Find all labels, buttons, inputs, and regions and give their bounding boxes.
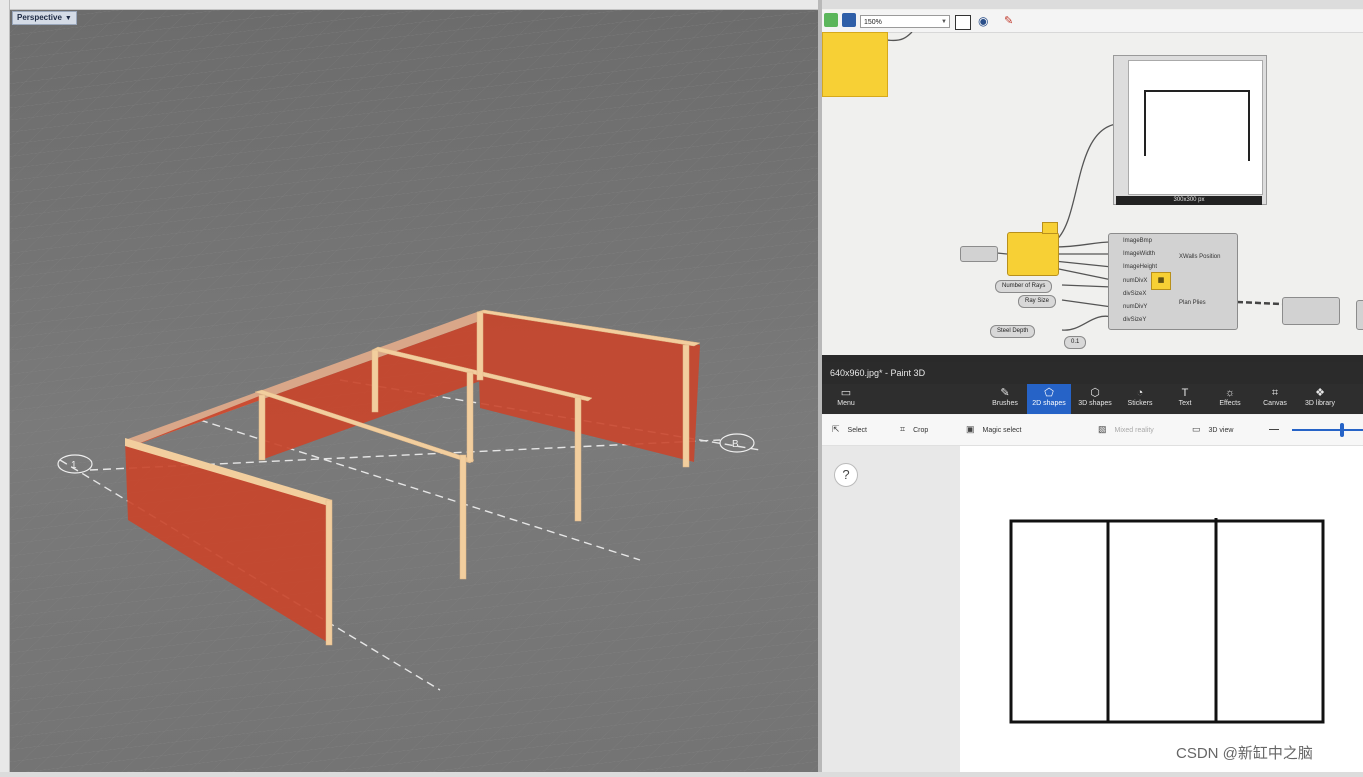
rhino-side-toolbar[interactable] xyxy=(0,0,10,772)
watermark-text: CSDN @新缸中之脑 xyxy=(1176,745,1313,762)
gh-yellow-panel[interactable] xyxy=(822,32,888,97)
tab-3d-shapes[interactable]: ⬡ 3D shapes xyxy=(1073,384,1117,414)
paint3d-ribbon: ▭ Menu ✎ Brushes ⬠ 2D shapes ⬡ 3D shapes ◔ St… xyxy=(822,384,1363,414)
magic-select-tool[interactable]: ▣ Magic select xyxy=(966,424,1021,435)
steel-depth-slider[interactable]: Steel Depth xyxy=(990,325,1036,338)
tab-label: 3D library xyxy=(1305,400,1335,407)
floor-plan-drawing xyxy=(1009,518,1325,724)
2d-shapes-icon: ⬠ xyxy=(1044,387,1054,399)
brush-icon[interactable]: ✎ xyxy=(1004,14,1013,27)
tab-3d-library[interactable]: ❖ 3D library xyxy=(1298,384,1342,414)
component-icon: ▦ xyxy=(1151,272,1171,290)
help-button[interactable]: ? xyxy=(834,463,858,487)
window-title: 640x960.jpg* - Paint 3D xyxy=(822,362,1363,384)
input-pin: ImageWidth xyxy=(1123,251,1156,257)
preview-drawing xyxy=(1144,90,1250,161)
tab-label: Brushes xyxy=(992,400,1018,407)
tool-label: Magic select xyxy=(982,427,1022,434)
save-icon[interactable] xyxy=(842,13,856,27)
tab-label: Effects xyxy=(1219,400,1241,407)
viewport-label: Perspective xyxy=(17,13,62,22)
eye-icon[interactable]: ◉ xyxy=(978,14,988,28)
crop-icon: ⌗ xyxy=(900,424,906,434)
value-slider[interactable]: 0.1 xyxy=(1064,336,1087,349)
viewport-label-tab[interactable]: Perspective ▼ xyxy=(12,11,77,25)
tab-canvas[interactable]: ⌗ Canvas xyxy=(1253,384,1297,414)
ray-size-slider[interactable]: Ray Size xyxy=(1018,295,1057,308)
tab-label: 2D shapes xyxy=(1032,400,1066,407)
tab-stickers[interactable]: ◔ Stickers xyxy=(1118,384,1162,414)
image-size-caption: 300x300 px xyxy=(1116,196,1262,205)
image-preview xyxy=(1128,60,1263,195)
gh-warning-badge xyxy=(1042,222,1058,234)
new-document-icon[interactable] xyxy=(824,13,838,27)
magic-select-icon: ▣ xyxy=(966,424,975,434)
zoom-slider-thumb[interactable] xyxy=(1340,423,1344,437)
brush-icon: ✎ xyxy=(1000,387,1010,399)
number-of-rays-slider[interactable]: Number of Rays xyxy=(995,280,1053,293)
3d-view-icon: ▭ xyxy=(1192,424,1201,434)
mixed-reality-tool: ▧ Mixed reality xyxy=(1098,424,1154,435)
sticker-icon: ◔ xyxy=(1136,387,1144,399)
tab-text[interactable]: T Text xyxy=(1163,384,1207,414)
tool-label: Crop xyxy=(913,427,929,434)
input-pin: divSizeY xyxy=(1123,317,1147,323)
input-pin: ImageBmp xyxy=(1123,238,1153,244)
zoom-slider[interactable] xyxy=(1292,429,1363,431)
3d-view-tool[interactable]: ▭ 3D view xyxy=(1192,424,1233,435)
gh-input-param[interactable] xyxy=(960,246,998,262)
gh-main-component[interactable]: ImageBmp ImageWidth ImageHeight numDivX … xyxy=(1108,233,1238,330)
tab-brushes[interactable]: ✎ Brushes xyxy=(983,384,1027,414)
crop-tool[interactable]: ⌗ Crop xyxy=(900,424,928,435)
cursor-icon: ⇱ xyxy=(832,424,840,434)
tool-label: 3D view xyxy=(1208,427,1234,434)
grid-marker-b: B xyxy=(732,439,739,450)
tool-label: Select xyxy=(847,427,868,434)
input-pin: numDivY xyxy=(1123,304,1148,310)
input-pin: numDivX xyxy=(1123,278,1148,284)
sun-icon: ☼ xyxy=(1224,387,1236,399)
menu-button[interactable]: ▭ Menu xyxy=(824,384,868,414)
zoom-select[interactable]: 150% ▼ xyxy=(860,15,950,28)
grid-marker-1: 1 xyxy=(71,460,77,471)
tab-effects[interactable]: ☼ Effects xyxy=(1208,384,1252,414)
gh-next-component[interactable] xyxy=(1356,300,1363,330)
paint3d-toolbar: ⇱ Select ⌗ Crop ▣ Magic select ▧ Mixed reali… xyxy=(822,415,1363,446)
input-pin: ImageHeight xyxy=(1123,264,1158,270)
tab-label: Text xyxy=(1178,400,1192,407)
menu-label: Menu xyxy=(837,400,855,407)
tab-label: Stickers xyxy=(1127,400,1153,407)
canvas-icon: ⌗ xyxy=(1271,387,1279,399)
zoom-extents-icon[interactable] xyxy=(955,15,971,30)
window-edge xyxy=(822,355,1363,362)
chevron-down-icon[interactable]: ▼ xyxy=(65,15,72,22)
paint3d-side-area xyxy=(822,446,960,772)
rhino-top-toolbar xyxy=(0,0,820,10)
tab-label: 3D shapes xyxy=(1078,400,1112,407)
library-icon: ❖ xyxy=(1315,387,1325,399)
tab-2d-shapes[interactable]: ⬠ 2D shapes xyxy=(1027,384,1071,414)
tab-label: Canvas xyxy=(1263,400,1287,407)
output-pin: Plan Plies xyxy=(1179,300,1206,306)
perspective-viewport[interactable]: 1 B xyxy=(10,10,818,772)
zoom-value: 150% xyxy=(864,19,882,26)
tool-label: Mixed reality xyxy=(1114,427,1154,434)
select-tool[interactable]: ⇱ Select xyxy=(832,424,867,435)
gh-output-component[interactable] xyxy=(1282,297,1340,325)
output-pin: XWalls Position xyxy=(1179,254,1221,260)
paint-canvas[interactable] xyxy=(960,446,1363,772)
scene-3d: 1 B xyxy=(10,10,818,772)
chevron-down-icon[interactable]: ▼ xyxy=(941,16,947,29)
zoom-out-icon[interactable] xyxy=(1269,429,1279,430)
input-pin: divSizeX xyxy=(1123,291,1147,297)
mixed-reality-icon: ▧ xyxy=(1098,424,1107,434)
gh-image-component[interactable] xyxy=(1007,232,1059,276)
image-preview-panel[interactable] xyxy=(1113,55,1267,205)
cube-icon: ⬡ xyxy=(1090,387,1100,399)
text-icon: T xyxy=(1181,387,1189,399)
folder-icon: ▭ xyxy=(840,387,852,399)
slider-value: 0.1 xyxy=(1071,339,1080,345)
